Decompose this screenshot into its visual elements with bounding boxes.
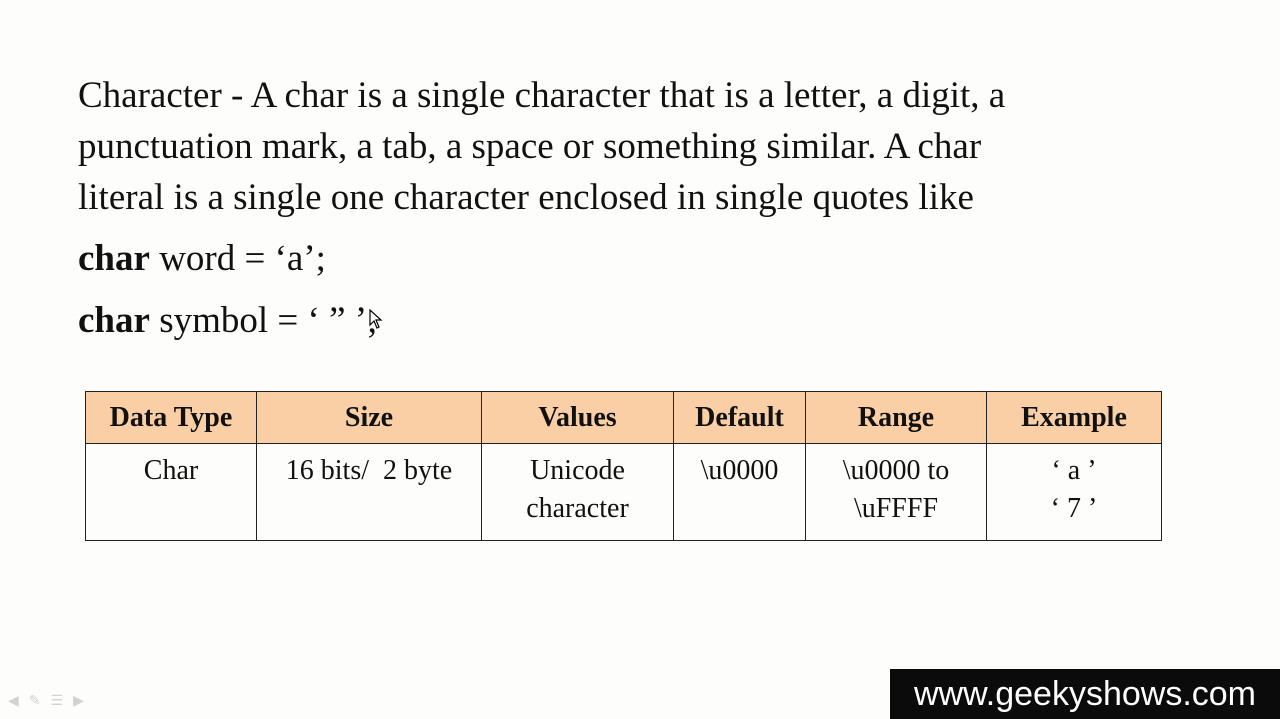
char-data-type-table: Data Type Size Values Default Range Exam…	[85, 391, 1162, 541]
code-example-word: char word = ‘a’;	[78, 237, 326, 281]
cell-example: ‘ a ’ ‘ 7 ’	[986, 443, 1162, 541]
code-keyword: char	[78, 300, 150, 341]
definition-line-1: Character - A char is a single character…	[78, 75, 1006, 116]
slide-navigation: ◀ ✎ ☰ ▶	[8, 693, 84, 709]
definition-line-2: punctuation mark, a tab, a space or some…	[78, 126, 982, 167]
site-watermark: www.geekyshows.com	[890, 669, 1280, 719]
header-example: Example	[986, 391, 1162, 444]
header-values: Values	[481, 391, 674, 444]
code-example-symbol: char symbol = ‘ ” ’;	[78, 299, 377, 343]
definition-paragraph: Character - A char is a single character…	[78, 70, 1198, 223]
header-size: Size	[256, 391, 482, 444]
header-range: Range	[805, 391, 987, 444]
table-header-row: Data Type Size Values Default Range Exam…	[85, 391, 1162, 444]
header-default: Default	[673, 391, 806, 444]
cell-range: \u0000 to \uFFFF	[805, 443, 987, 541]
mouse-pointer-icon	[369, 309, 383, 329]
cell-data-type: Char	[85, 443, 257, 541]
menu-icon[interactable]: ☰	[51, 693, 64, 709]
cell-size: 16 bits/ 2 byte	[256, 443, 482, 541]
code-statement: symbol = ‘ ” ’;	[149, 300, 378, 341]
header-data-type: Data Type	[85, 391, 257, 444]
definition-line-3: literal is a single one character enclos…	[78, 177, 974, 218]
cell-default: \u0000	[673, 443, 806, 541]
code-keyword: char	[78, 238, 150, 279]
code-statement: word = ‘a’;	[149, 238, 326, 279]
table-row: Char 16 bits/ 2 byte Unicode character \…	[85, 443, 1162, 541]
next-slide-icon[interactable]: ▶	[73, 693, 84, 709]
prev-slide-icon[interactable]: ◀	[8, 693, 19, 709]
cell-values: Unicode character	[481, 443, 674, 541]
pen-icon[interactable]: ✎	[29, 693, 41, 709]
